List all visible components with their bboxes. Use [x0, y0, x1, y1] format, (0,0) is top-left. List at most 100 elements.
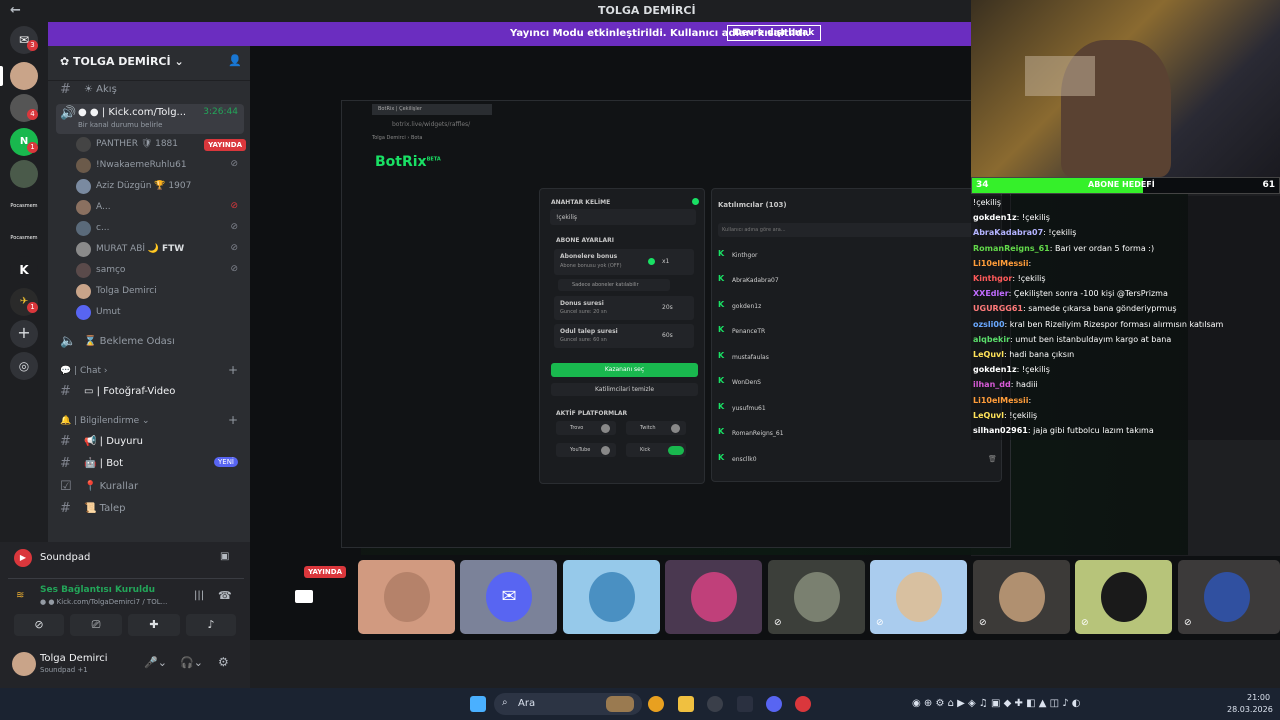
taskbar-search[interactable]: ⌕ Ara — [494, 693, 642, 715]
app-icon[interactable] — [737, 696, 753, 712]
voice-user[interactable]: PANTHER 🛡 1881 YAYINDA — [76, 135, 246, 155]
platform-twitch[interactable]: Twitch — [626, 421, 686, 435]
back-arrow-icon[interactable]: ← — [10, 3, 21, 18]
obs-icon[interactable] — [707, 696, 723, 712]
platform-kick[interactable]: Kick — [626, 443, 686, 457]
discord-taskbar-icon[interactable] — [766, 696, 782, 712]
chat-text: : — [1028, 258, 1032, 268]
participant-row[interactable]: K Kinthgor — [718, 247, 978, 265]
voice-user[interactable]: Umut — [76, 303, 246, 323]
microphone-icon[interactable]: 🎤⌄ — [144, 656, 167, 669]
channel-bot[interactable]: # 🤖 | Bot YENİ — [56, 454, 244, 474]
soundboard-button[interactable]: ♪ — [186, 614, 236, 636]
webcam-overlay — [971, 0, 1280, 177]
muted-icon: ⊘ — [230, 222, 238, 232]
avatar — [76, 179, 91, 194]
channel-duyuru[interactable]: # 📢 | Duyuru — [56, 432, 244, 452]
category-chat[interactable]: 💬 | Chat › + — [56, 362, 244, 382]
trash-icon[interactable]: 🗑 — [988, 455, 997, 463]
tile-user[interactable]: ⊘ — [768, 560, 865, 634]
channel-akis[interactable]: # ☀ Akış — [56, 80, 244, 100]
tile-user[interactable] — [665, 560, 762, 634]
disconnect-icon[interactable]: ☎ — [218, 589, 232, 602]
voice-user[interactable]: MURAT ABİ 🌙 FTW ⊘ — [76, 240, 246, 260]
url-bar[interactable]: botrix.live/widgets/raffles/ — [392, 121, 470, 128]
server-icon-4[interactable] — [10, 160, 38, 188]
participant-row[interactable]: Kenscllk0 🗑 — [718, 451, 997, 469]
voice-user[interactable]: A... ⊘ — [76, 198, 246, 218]
pick-winner-button[interactable]: Kazananı seç — [551, 363, 698, 377]
activity-icon[interactable]: ▣ — [220, 551, 229, 562]
channel-kurallar[interactable]: ☑ 📍 Kurallar — [56, 477, 244, 497]
server-icon-pocasmem-2[interactable]: Pocasmem — [10, 224, 38, 252]
disable-streamer-mode-button[interactable]: Devre dışı bırak — [727, 25, 822, 41]
channel-status[interactable]: Bir kanal durumu belirle — [78, 121, 162, 129]
user-avatar[interactable] — [12, 652, 36, 676]
add-channel-icon[interactable]: + — [228, 413, 238, 427]
platform-youtube[interactable]: YouTube — [556, 443, 616, 457]
participant-row[interactable]: K WonDenS — [718, 374, 978, 392]
chrome-icon[interactable] — [648, 696, 664, 712]
chat-username: LeQuvl — [973, 350, 1004, 359]
category-bilgilendirme[interactable]: 🔔 | Bilgilendirme ⌄ + — [56, 412, 244, 432]
server-icon-pocasmem[interactable]: Pocasmem — [10, 192, 38, 220]
add-server-icon[interactable]: + — [10, 320, 38, 348]
tile-user[interactable] — [358, 560, 455, 634]
tile-screen-share[interactable]: YAYINDA — [255, 560, 352, 634]
participant-row[interactable]: K AbraKadabra07 — [718, 272, 978, 290]
participant-search[interactable]: Kullanıcı adına göre ara... — [718, 223, 978, 237]
duration-select[interactable]: 20s — [662, 304, 673, 311]
participant-row[interactable]: Kgokden1z — [718, 298, 978, 316]
clock-time[interactable]: 21:00 — [1247, 693, 1270, 702]
tile-user[interactable]: ⊘ — [973, 560, 1070, 634]
clear-participants-button[interactable]: Katilimcilari temizle — [551, 383, 698, 396]
headphones-icon[interactable]: 🎧⌄ — [180, 656, 203, 669]
noise-suppression-icon[interactable]: ||| — [194, 590, 204, 601]
voice-user[interactable]: samço ⊘ — [76, 261, 246, 281]
camera-off-button[interactable]: ⊘ — [14, 614, 64, 636]
tile-user[interactable]: ⊘ — [870, 560, 967, 634]
windows-start-icon[interactable] — [470, 696, 486, 712]
chat-message: XXEdler: Çekilişten sonra -100 kişi @Ter… — [973, 289, 1168, 298]
participant-row[interactable]: Kmustafaulas — [718, 349, 978, 367]
new-badge: YENİ — [214, 457, 238, 467]
server-icon-k[interactable]: K — [10, 256, 38, 284]
chat-username: gokden1z — [973, 365, 1017, 375]
server-icon-avatar[interactable] — [10, 62, 38, 90]
tile-user[interactable]: ✉ — [460, 560, 557, 634]
voice-user[interactable]: Aziz Düzgün 🏆 1907 — [76, 177, 246, 197]
voice-channel-bekleme[interactable]: 🔈 ⌛ Bekleme Odası — [56, 332, 244, 352]
keyword-input[interactable]: !çekiliş — [550, 209, 696, 225]
browser-tab[interactable]: BotRix | Çekilişler — [372, 104, 492, 115]
explore-icon[interactable]: ◎ — [10, 352, 38, 380]
soundpad-title[interactable]: Soundpad — [40, 552, 90, 563]
voice-user[interactable]: c... ⊘ — [76, 219, 246, 239]
chat-message: gokden1z: !çekiliş — [973, 365, 1050, 374]
file-explorer-icon[interactable] — [678, 696, 694, 712]
platform-trovo[interactable]: Trovo — [556, 421, 616, 435]
voice-status[interactable]: Ses Bağlantısı Kuruldu — [40, 585, 155, 595]
activities-button[interactable]: ✚ — [128, 614, 180, 636]
settings-gear-icon[interactable]: ⚙ — [218, 655, 229, 669]
voice-user[interactable]: Tolga Demirci — [76, 282, 246, 302]
bonus-select[interactable]: x1 — [662, 258, 669, 265]
voice-channel-kick[interactable]: 🔊 ● ● | Kick.com/Tolg... 3:26:44 Bir kan… — [56, 104, 244, 134]
tile-user[interactable]: ⊘ — [1178, 560, 1280, 634]
tile-user[interactable] — [563, 560, 660, 634]
add-member-icon[interactable]: 👤 — [228, 54, 242, 67]
claim-select[interactable]: 60s — [662, 332, 673, 339]
tile-user[interactable]: ⊘ — [1075, 560, 1172, 634]
server-name[interactable]: ✿ TOLGA DEMİRCİ ⌄ — [60, 55, 184, 68]
participant-row[interactable]: K RomanReigns_61 — [718, 425, 978, 443]
subs-only-toggle[interactable]: Sadece aboneler katılabilir — [558, 279, 670, 291]
tray-icons[interactable]: ◉ ⊕ ⚙ ⌂ ▶ ◈ ♫ ▣ ◆ ✚ ◧ ▲ ◫ ♪ ◐ — [912, 698, 1080, 709]
participant-row[interactable]: Kyusufmu61 — [718, 400, 978, 418]
clock-date[interactable]: 28.03.2026 — [1227, 705, 1273, 714]
channel-fotograf-video[interactable]: # ▭ | Fotoğraf-Video — [56, 382, 244, 402]
channel-talep[interactable]: # 📜 Talep — [56, 499, 244, 519]
voice-user[interactable]: !NwakaemeRuhlu61 ⊘ — [76, 156, 246, 176]
share-screen-button[interactable]: ⎚ — [70, 614, 122, 636]
soundpad-taskbar-icon[interactable] — [795, 696, 811, 712]
add-channel-icon[interactable]: + — [228, 363, 238, 377]
participant-row[interactable]: K PenanceTR — [718, 323, 978, 341]
